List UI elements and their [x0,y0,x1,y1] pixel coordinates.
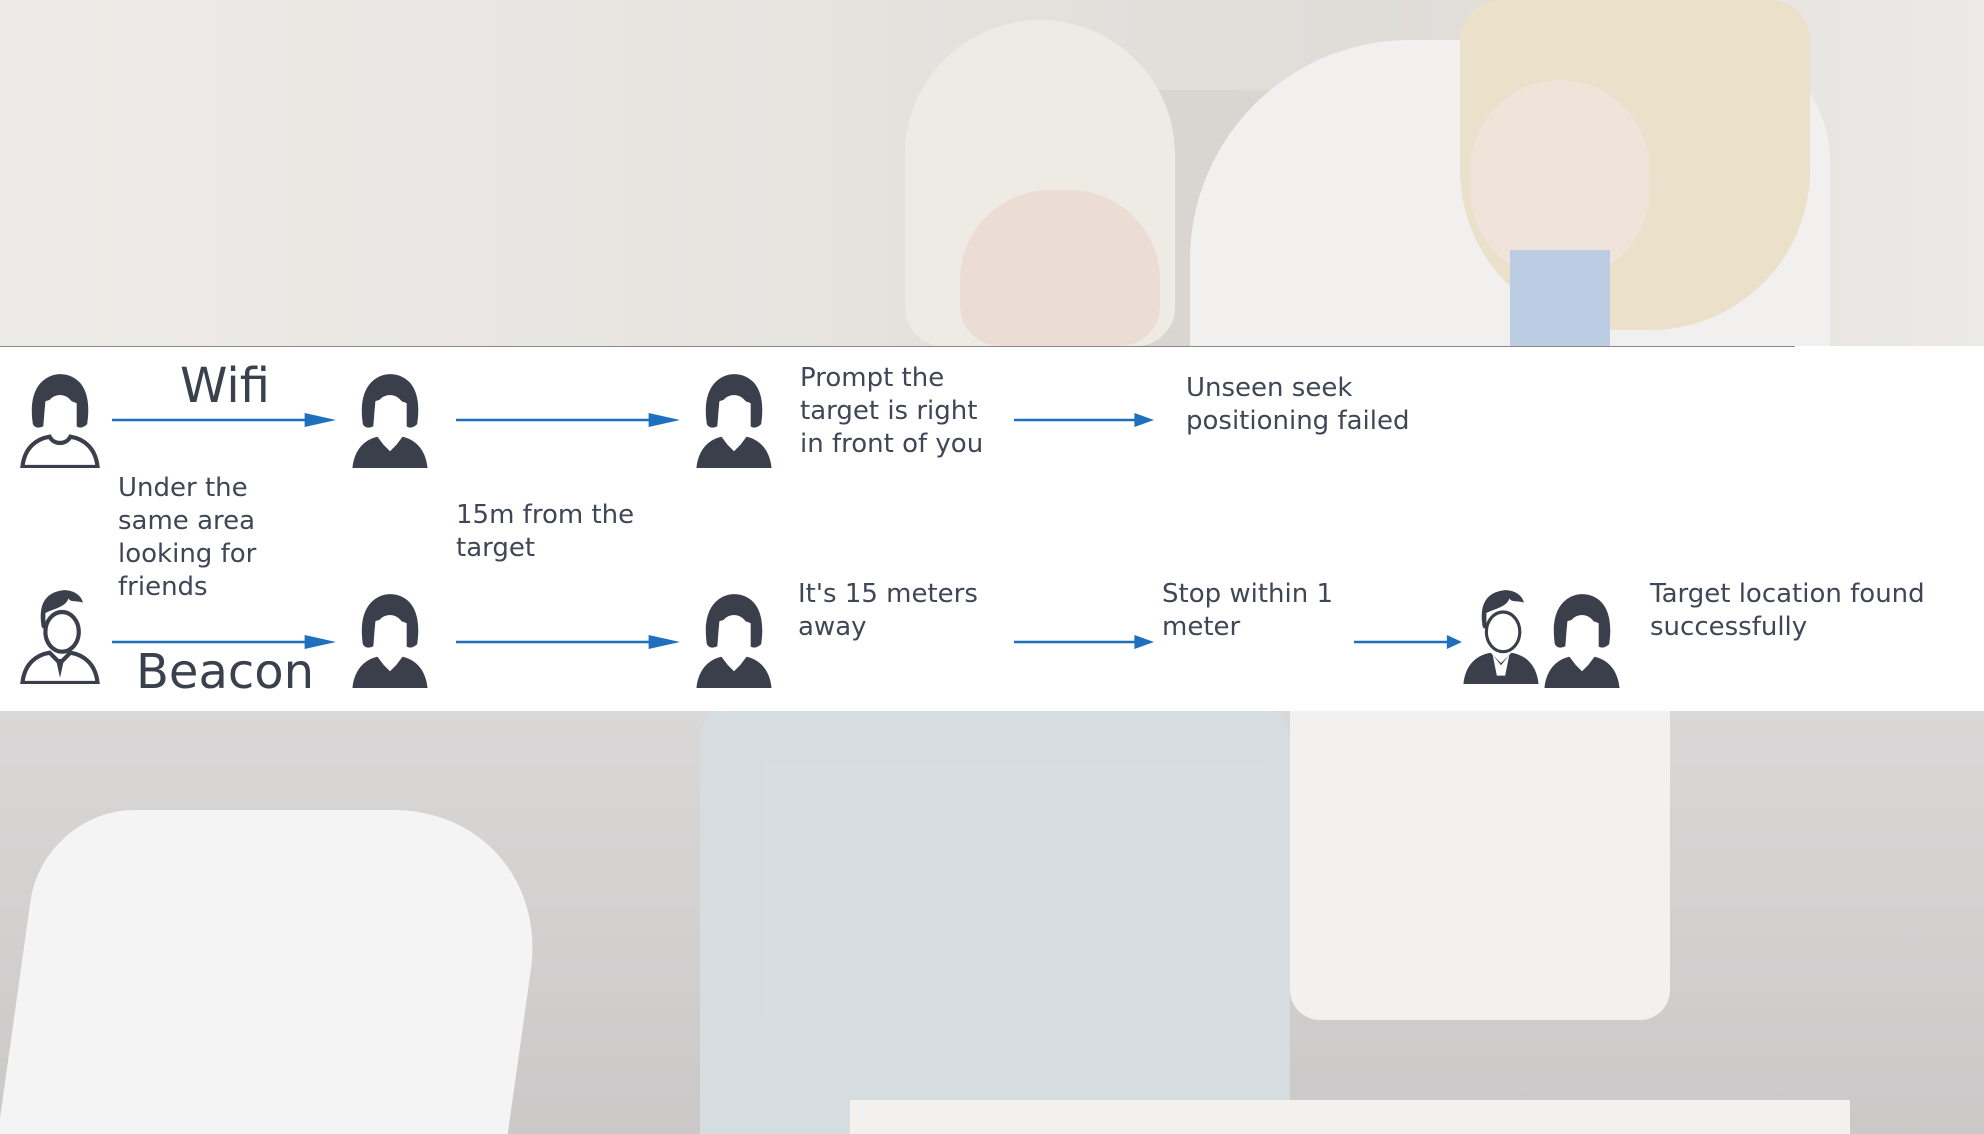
woman-icon [348,592,432,688]
arrow-right-icon [456,632,680,652]
woman-icon [692,592,776,688]
woman-outline-icon [16,372,104,468]
arrow-right-icon [456,410,680,430]
step-label-found-successfully: Target location found successfully [1650,579,1925,642]
arrow-right-icon [1354,632,1462,652]
panel-top-divider [0,346,1795,347]
woman-icon [692,372,776,468]
channel-label-wifi: Wifi [180,358,270,414]
man-woman-pair-icon [1458,588,1628,688]
woman-icon [348,372,432,468]
step-label-stop-within: Stop within 1 meter [1162,579,1334,642]
step-label-15-meters: It's 15 meters away [798,579,978,642]
arrow-right-icon [1014,410,1154,430]
note-same-area: Under the same area looking for friends [118,473,257,602]
step-label-positioning-failed: Unseen seek positioning failed [1186,373,1410,436]
channel-label-beacon: Beacon [136,644,315,700]
note-distance: 15m from the target [456,500,635,563]
man-outline-icon [16,588,104,684]
arrow-right-icon [1014,632,1154,652]
step-label-prompt-target: Prompt the target is right in front of y… [800,363,984,459]
